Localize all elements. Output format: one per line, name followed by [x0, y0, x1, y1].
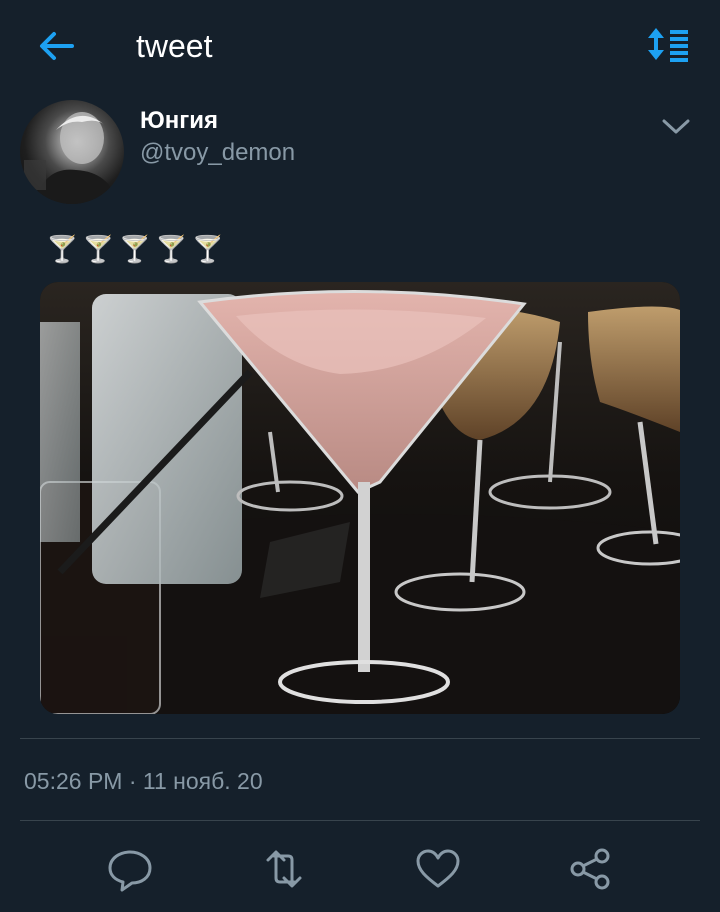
more-options-button[interactable]	[660, 112, 692, 140]
like-button[interactable]	[414, 846, 462, 892]
retweet-button[interactable]	[260, 846, 308, 892]
retweet-icon	[266, 850, 302, 888]
tweet-media-photo[interactable]	[40, 282, 680, 714]
top-bar: tweet	[0, 0, 720, 92]
heart-icon	[416, 849, 460, 888]
tweet-timestamp: 05:26 PM · 11 нояб. 20	[24, 768, 263, 794]
reply-button[interactable]	[106, 846, 154, 892]
share-icon	[570, 848, 610, 890]
tweet-text: 🍸🍸🍸🍸🍸	[46, 234, 228, 264]
page-title: tweet	[136, 28, 213, 64]
reply-icon	[108, 850, 152, 892]
avatar[interactable]	[20, 100, 124, 204]
arrow-left-icon	[40, 32, 74, 60]
cocktail-photo	[40, 282, 680, 714]
avatar-photo	[24, 112, 118, 204]
back-button[interactable]	[36, 26, 76, 66]
author-handle[interactable]: @tvoy_demon	[140, 138, 295, 168]
divider	[20, 820, 700, 821]
sort-icon	[648, 28, 688, 62]
divider	[20, 738, 700, 739]
chevron-down-icon	[662, 119, 690, 134]
author-display-name[interactable]: Юнгия	[140, 106, 218, 136]
share-button[interactable]	[566, 846, 614, 892]
sort-button[interactable]	[644, 24, 692, 64]
